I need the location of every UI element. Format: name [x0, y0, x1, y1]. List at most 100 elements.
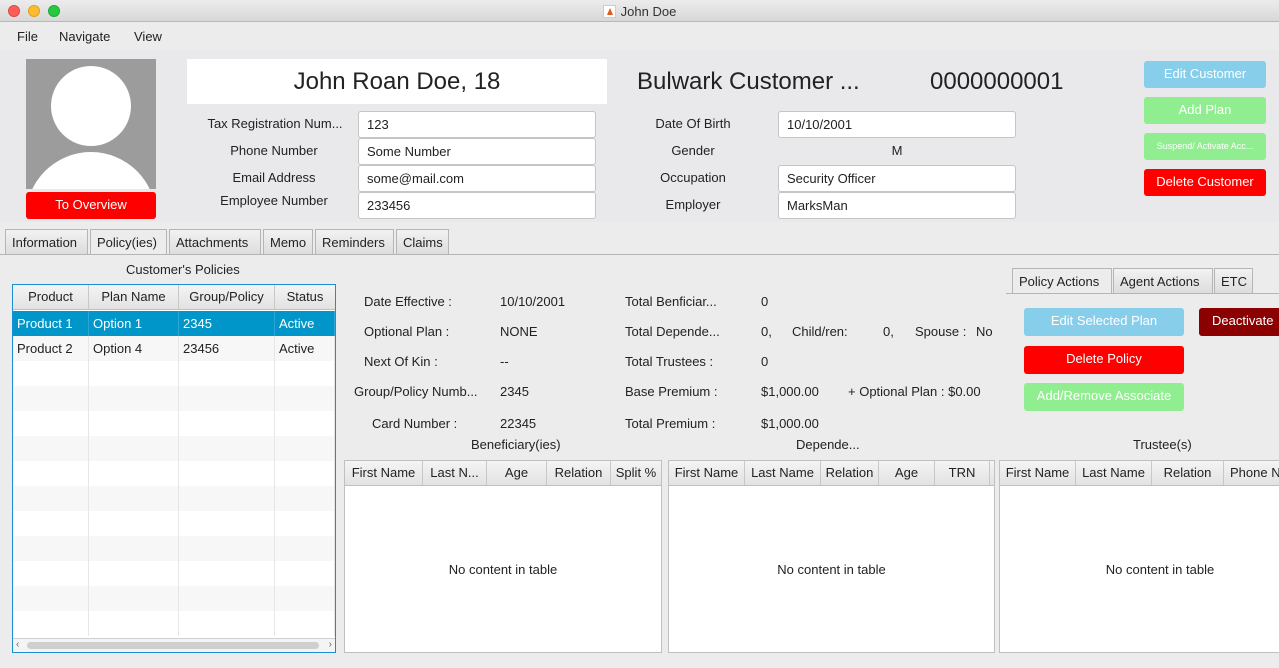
empty-cell	[179, 386, 275, 411]
edit-customer-button[interactable]: Edit Customer	[1144, 61, 1266, 88]
table-row[interactable]: Product 1 Option 1 2345 Active	[13, 311, 335, 336]
cell-product: Product 1	[13, 311, 89, 336]
tab-information[interactable]: Information	[5, 229, 88, 255]
employee-number-label: Employee Number	[220, 193, 328, 208]
col-first-name[interactable]: First Name	[669, 461, 745, 485]
tax-registration-field[interactable]: 123	[358, 111, 596, 138]
edit-selected-plan-button[interactable]: Edit Selected Plan	[1024, 308, 1184, 336]
col-last-name[interactable]: Last N...	[423, 461, 487, 485]
beneficiaries-table-header: First Name Last N... Age Relation Split …	[345, 461, 661, 486]
optional-plan-value: NONE	[500, 324, 538, 339]
date-effective-value: 10/10/2001	[500, 294, 566, 309]
empty-table-row	[13, 511, 335, 536]
col-phone-number[interactable]: Phone N	[1224, 461, 1279, 485]
trustees-table: First Name Last Name Relation Phone N No…	[999, 460, 1279, 653]
col-age[interactable]: Age	[879, 461, 935, 485]
empty-cell	[179, 536, 275, 561]
email-address-field[interactable]: some@mail.com	[358, 165, 596, 192]
table-row[interactable]: Product 2 Option 4 23456 Active	[13, 336, 335, 361]
base-premium-label: Base Premium :	[625, 384, 718, 399]
card-number-value: 22345	[500, 416, 537, 431]
occupation-field[interactable]: Security Officer	[778, 165, 1016, 192]
col-split[interactable]: Split %	[611, 461, 661, 485]
empty-cell	[89, 386, 179, 411]
empty-cell	[179, 586, 275, 611]
children-label: Child/ren:	[792, 324, 848, 339]
tab-memo[interactable]: Memo	[263, 229, 313, 255]
cell-status: Active	[275, 336, 335, 361]
col-first-name[interactable]: First Name	[345, 461, 423, 485]
empty-table-row	[13, 586, 335, 611]
tab-attachments[interactable]: Attachments	[169, 229, 261, 255]
empty-table-row	[13, 611, 335, 636]
empty-cell	[179, 486, 275, 511]
col-group-policy[interactable]: Group/Policy	[179, 285, 275, 309]
empty-cell	[13, 461, 89, 486]
horizontal-scrollbar[interactable]: ‹ ›	[13, 638, 335, 652]
next-of-kin-value: --	[500, 354, 509, 369]
cell-product: Product 2	[13, 336, 89, 361]
empty-table-row	[13, 486, 335, 511]
employee-number-field[interactable]: 233456	[358, 192, 596, 219]
add-remove-associate-button[interactable]: Add/Remove Associate	[1024, 383, 1184, 411]
empty-cell	[179, 461, 275, 486]
email-address-label: Email Address	[232, 170, 316, 185]
empty-cell	[179, 436, 275, 461]
col-product[interactable]: Product	[13, 285, 89, 309]
menu-view[interactable]: View	[134, 29, 162, 44]
total-trustees-label: Total Trustees :	[625, 354, 714, 369]
date-of-birth-field[interactable]: 10/10/2001	[778, 111, 1016, 138]
col-trn[interactable]: TRN	[935, 461, 990, 485]
date-of-birth-label: Date Of Birth	[655, 116, 731, 131]
customer-name: John Roan Doe, 18	[187, 59, 607, 104]
cell-plan-name: Option 4	[89, 336, 179, 361]
col-age[interactable]: Age	[487, 461, 547, 485]
base-premium-value: $1,000.00	[761, 384, 819, 399]
total-premium-label: Total Premium :	[625, 416, 716, 431]
company-name: Bulwark Customer ...	[637, 68, 860, 95]
empty-cell	[275, 461, 335, 486]
empty-table-row	[13, 436, 335, 461]
scroll-left-icon[interactable]: ‹	[16, 639, 19, 650]
empty-cell	[275, 486, 335, 511]
spouse-label: Spouse :	[915, 324, 967, 339]
empty-cell	[13, 611, 89, 636]
col-relation[interactable]: Relation	[547, 461, 611, 485]
group-policy-value: 2345	[500, 384, 529, 399]
delete-policy-button[interactable]: Delete Policy	[1024, 346, 1184, 374]
menu-file[interactable]: File	[17, 29, 38, 44]
scroll-right-icon[interactable]: ›	[329, 639, 332, 650]
empty-cell	[89, 611, 179, 636]
empty-cell	[275, 561, 335, 586]
empty-cell	[275, 511, 335, 536]
delete-customer-button[interactable]: Delete Customer	[1144, 169, 1266, 196]
col-last-name[interactable]: Last Name	[745, 461, 821, 485]
tab-etc[interactable]: ETC	[1214, 268, 1253, 294]
policies-title: Customer's Policies	[126, 262, 240, 277]
trustees-empty-message: No content in table	[1105, 562, 1215, 577]
phone-number-label: Phone Number	[230, 143, 318, 158]
col-last-name[interactable]: Last Name	[1076, 461, 1152, 485]
employer-field[interactable]: MarksMan	[778, 192, 1016, 219]
tab-agent-actions[interactable]: Agent Actions	[1113, 268, 1213, 294]
empty-cell	[179, 561, 275, 586]
beneficiaries-table: First Name Last N... Age Relation Split …	[344, 460, 662, 653]
tab-policy-actions[interactable]: Policy Actions	[1012, 268, 1112, 294]
col-plan-name[interactable]: Plan Name	[89, 285, 179, 309]
trustees-table-header: First Name Last Name Relation Phone N	[1000, 461, 1279, 486]
deactivate-button[interactable]: Deactivate	[1199, 308, 1279, 336]
to-overview-button[interactable]: To Overview	[26, 192, 156, 219]
employer-label: Employer	[665, 197, 721, 212]
col-first-name[interactable]: First Name	[1000, 461, 1076, 485]
col-relation[interactable]: Relation	[1152, 461, 1224, 485]
tab-reminders[interactable]: Reminders	[315, 229, 394, 255]
suspend-activate-button[interactable]: Suspend/ Activate Acc...	[1144, 133, 1266, 160]
tab-policies[interactable]: Policy(ies)	[90, 229, 167, 255]
phone-number-field[interactable]: Some Number	[358, 138, 596, 165]
scrollbar-thumb[interactable]	[27, 642, 319, 649]
col-relation[interactable]: Relation	[821, 461, 879, 485]
col-status[interactable]: Status	[275, 285, 335, 309]
tab-claims[interactable]: Claims	[396, 229, 449, 255]
menu-navigate[interactable]: Navigate	[59, 29, 110, 44]
add-plan-button[interactable]: Add Plan	[1144, 97, 1266, 124]
